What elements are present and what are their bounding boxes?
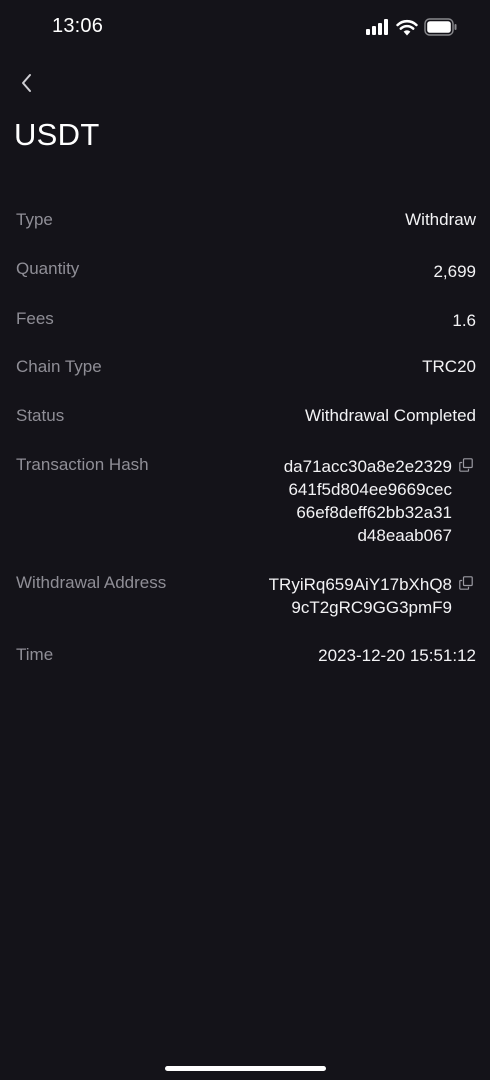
status-bar: 13:06 xyxy=(0,0,490,52)
transaction-hash-label: Transaction Hash xyxy=(16,455,149,474)
chain-type-label: Chain Type xyxy=(16,357,102,376)
quantity-label: Quantity xyxy=(16,259,80,278)
time-label: Time xyxy=(16,645,54,664)
status-value: Withdrawal Completed xyxy=(304,406,476,425)
status-time: 13:06 xyxy=(52,15,104,37)
copy-icon[interactable] xyxy=(456,455,476,475)
type-value: Withdraw xyxy=(405,210,476,229)
withdrawal-address-line: TRyiRq659AiY17bXhQ8 xyxy=(268,575,452,594)
withdrawal-address-label: Withdrawal Address xyxy=(16,573,167,592)
chain-type-value: TRC20 xyxy=(422,357,476,376)
battery-icon xyxy=(424,18,458,36)
copy-icon[interactable] xyxy=(456,573,476,593)
transaction-hash-value: da71acc30a8e2e2329 641f5d804ee9669cec 66… xyxy=(284,455,476,547)
withdrawal-address-value: TRyiRq659AiY17bXhQ8 9cT2gRC9GG3pmF9 xyxy=(269,573,476,619)
status-label: Status xyxy=(16,406,65,425)
fees-value: 1.6 xyxy=(452,311,476,330)
type-label: Type xyxy=(16,210,53,229)
chevron-left-icon xyxy=(20,72,34,99)
back-button[interactable] xyxy=(12,70,42,100)
quantity-value: 2,699 xyxy=(433,262,476,281)
cellular-signal-icon xyxy=(366,19,390,35)
transaction-hash-line: 641f5d804ee9669cec xyxy=(288,480,452,499)
home-indicator[interactable] xyxy=(165,1066,326,1071)
transaction-hash-line: 66ef8deff62bb32a31 xyxy=(296,503,452,522)
page-title: USDT xyxy=(14,117,100,152)
withdrawal-address-line: 9cT2gRC9GG3pmF9 xyxy=(291,598,452,617)
status-icons xyxy=(366,17,458,37)
time-value: 2023-12-20 15:51:12 xyxy=(318,646,476,665)
fees-label: Fees xyxy=(16,309,54,328)
transaction-hash-line: d48eaab067 xyxy=(357,526,452,545)
transaction-hash-line: da71acc30a8e2e2329 xyxy=(283,457,452,476)
withdraw-detail-screen: 13:06 USDT Type Withdraw Quantity 2,699 … xyxy=(0,0,490,1080)
wifi-icon xyxy=(396,19,418,36)
